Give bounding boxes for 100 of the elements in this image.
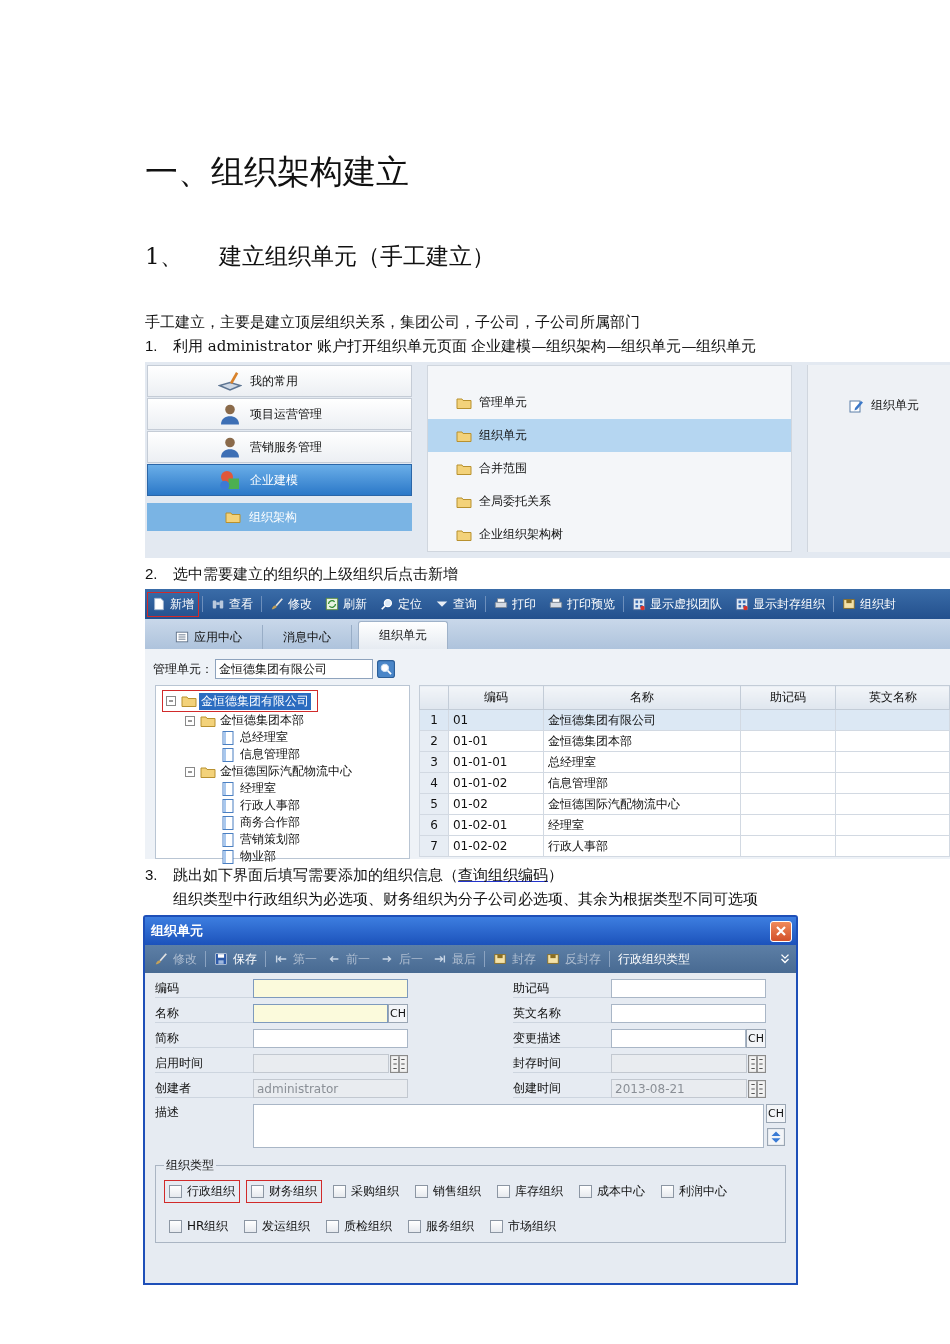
tab[interactable]: 组织单元 <box>358 621 448 649</box>
box-icon <box>493 952 507 966</box>
folder-item[interactable]: 全局委托关系 <box>428 485 791 518</box>
brush-icon <box>270 597 284 611</box>
tree-node[interactable]: 物业部 <box>220 848 278 865</box>
toolbar-button[interactable]: 打印预览 <box>544 591 620 617</box>
calendar-icon <box>390 1054 408 1073</box>
language-button[interactable]: CH <box>766 1104 786 1123</box>
more-button[interactable] <box>778 952 792 966</box>
org-type-checkbox[interactable]: 发运组织 <box>239 1215 316 1238</box>
folder-icon <box>181 693 197 709</box>
org-type-checkbox[interactable]: 市场组织 <box>485 1215 562 1238</box>
tree-node[interactable]: 信息管理部 <box>220 746 302 763</box>
close-button[interactable] <box>770 920 792 942</box>
printer-icon <box>494 597 508 611</box>
document-icon <box>152 597 166 611</box>
group-label: 组织类型 <box>165 1157 215 1174</box>
input-field[interactable] <box>253 979 408 998</box>
input-field[interactable] <box>253 1004 388 1023</box>
org-type-checkbox[interactable]: 成本中心 <box>574 1180 650 1203</box>
folder-item[interactable]: 组织单元 <box>428 419 791 452</box>
date-picker-button[interactable] <box>747 1054 766 1073</box>
toolbar-button[interactable]: 定位 <box>375 591 427 617</box>
org-type-checkbox[interactable]: 库存组织 <box>492 1180 568 1203</box>
folder-item[interactable]: 合并范围 <box>428 452 791 485</box>
person-icon <box>218 402 242 426</box>
toolbar-button[interactable]: 行政组织类型 <box>613 948 695 970</box>
tab[interactable]: 应用中心 <box>155 625 263 649</box>
toolbar-button[interactable]: 修改 <box>265 591 317 617</box>
document-icon <box>220 797 236 814</box>
org-type-checkbox[interactable]: HR组织 <box>164 1215 234 1238</box>
toolbar-button[interactable]: 保存 <box>209 948 262 970</box>
table-cell: 01-01-02 <box>448 772 544 794</box>
function-item[interactable]: 组织单元 <box>848 397 919 414</box>
tree-node[interactable]: 行政人事部 <box>220 797 302 814</box>
tree-node[interactable]: 经理室 <box>220 780 278 797</box>
spinner-arrows-icon <box>767 1125 785 1149</box>
org-type-checkbox[interactable]: 采购组织 <box>328 1180 404 1203</box>
step-text: 选中需要建立的组织的上级组织后点击新增 <box>173 564 458 585</box>
table-cell: 01-01 <box>448 730 544 752</box>
module-menu-item[interactable]: 项目运营管理 <box>147 398 412 430</box>
folder-item[interactable]: 企业组织架构树 <box>428 518 791 551</box>
toolbar-button[interactable]: 显示虚拟团队 <box>627 591 727 617</box>
table-cell: 总经理室 <box>543 751 741 773</box>
refresh-icon <box>325 597 339 611</box>
shapes-icon <box>218 468 242 492</box>
document-icon <box>220 729 236 746</box>
tab[interactable]: 消息中心 <box>263 625 352 649</box>
calendar-icon <box>748 1054 766 1073</box>
management-unit-field[interactable]: 金恒德集团有限公司 <box>215 659 373 679</box>
input-field[interactable] <box>253 1029 408 1048</box>
module-menu-item[interactable]: 营销服务管理 <box>147 431 412 463</box>
toolbar-button[interactable]: 显示封存组织 <box>730 591 830 617</box>
org-type-checkbox[interactable]: 销售组织 <box>410 1180 486 1203</box>
tree-node[interactable]: 总经理室 <box>220 729 290 746</box>
module-menu-item[interactable]: 我的常用 <box>147 365 412 397</box>
column-header: 名称 <box>543 685 741 710</box>
scroll-buttons[interactable] <box>766 1125 786 1149</box>
brush-icon <box>154 952 168 966</box>
field-label: 描述 <box>155 1104 180 1121</box>
intro-paragraph: 手工建立，主要是建立顶层组织关系，集团公司，子公司，子公司所属部门 <box>145 312 640 333</box>
toolbar-button[interactable]: 新增 <box>147 591 199 617</box>
tree-node[interactable]: 金恒德国际汽配物流中心 <box>182 763 354 780</box>
folder-item[interactable]: 管理单元 <box>428 386 791 419</box>
tree-node[interactable]: 营销策划部 <box>220 831 302 848</box>
org-type-checkbox[interactable]: 利润中心 <box>656 1180 732 1203</box>
toolbar-button[interactable]: 组织封 <box>837 591 901 617</box>
org-type-checkbox[interactable]: 财务组织 <box>246 1180 322 1203</box>
tree-node[interactable]: 金恒德集团本部 <box>182 712 306 729</box>
row-number: 2 <box>419 730 449 752</box>
toolbar-button[interactable]: 查询 <box>430 591 482 617</box>
toolbar-button[interactable]: 打印 <box>489 591 541 617</box>
row-number: 5 <box>419 793 449 815</box>
description-field[interactable] <box>253 1104 764 1148</box>
tree-node[interactable]: 商务合作部 <box>220 814 302 831</box>
table-cell: 金恒德国际汽配物流中心 <box>543 793 741 815</box>
search-button[interactable] <box>377 660 395 678</box>
document-icon <box>220 831 236 848</box>
input-field[interactable] <box>611 1004 766 1023</box>
column-header: 助记码 <box>740 685 836 710</box>
input-field[interactable] <box>611 979 766 998</box>
table-cell: 01-01-01 <box>448 751 544 773</box>
step-number: 3. <box>145 865 159 885</box>
language-button[interactable]: CH <box>746 1029 766 1048</box>
collapse-icon <box>163 693 179 709</box>
language-button[interactable]: CH <box>388 1004 408 1023</box>
input-field[interactable] <box>611 1029 746 1048</box>
tree-node[interactable]: 金恒德集团有限公司 <box>162 690 318 712</box>
magnifier-icon <box>380 597 394 611</box>
date-picker-button[interactable] <box>747 1079 766 1098</box>
row-number: 6 <box>419 814 449 836</box>
org-type-checkbox[interactable]: 行政组织 <box>164 1180 240 1203</box>
query-link[interactable]: 查询组织编码 <box>458 866 548 884</box>
toolbar-button[interactable]: 查看 <box>206 591 258 617</box>
org-type-checkbox[interactable]: 服务组织 <box>403 1215 480 1238</box>
org-type-checkbox[interactable]: 质检组织 <box>321 1215 398 1238</box>
date-picker-button[interactable] <box>389 1054 408 1073</box>
step-number: 2. <box>145 564 159 584</box>
toolbar-button[interactable]: 刷新 <box>320 591 372 617</box>
box-icon <box>842 597 856 611</box>
